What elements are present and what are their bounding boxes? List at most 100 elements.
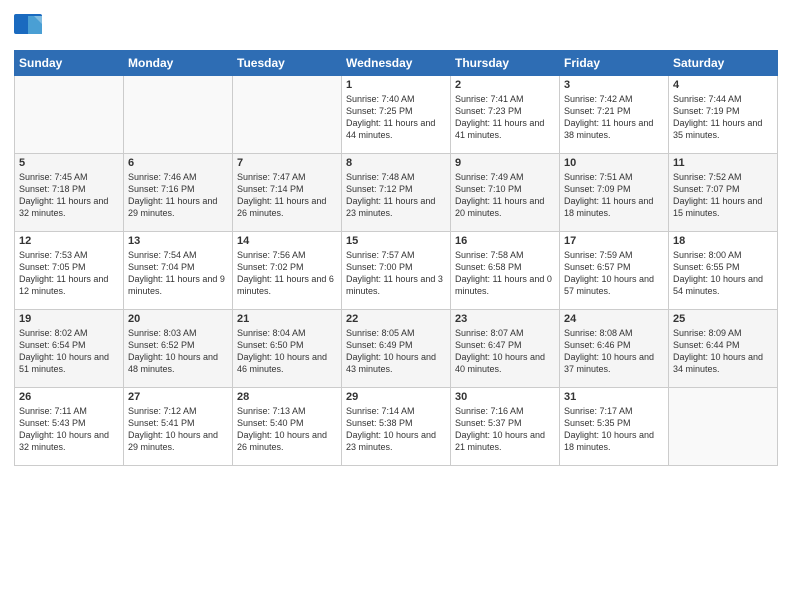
calendar-cell: 24 Sunrise: 8:08 AMSunset: 6:46 PMDayligh… (560, 310, 669, 388)
calendar-cell (124, 76, 233, 154)
day-info: Sunrise: 8:04 AMSunset: 6:50 PMDaylight:… (237, 327, 337, 376)
day-number: 2 (455, 79, 555, 91)
day-info: Sunrise: 8:09 AMSunset: 6:44 PMDaylight:… (673, 327, 773, 376)
calendar-table: SundayMondayTuesdayWednesdayThursdayFrid… (14, 50, 778, 466)
calendar-cell: 13Sunrise: 7:54 AMSunset: 7:04 PMDayligh… (124, 232, 233, 310)
day-info: Sunrise: 7:42 AMSunset: 7:21 PMDaylight:… (564, 93, 664, 142)
calendar-cell: 10 Sunrise: 7:51 AMSunset: 7:09 PMDayligh… (560, 154, 669, 232)
week-row-3: 12 Sunrise: 7:53 AMSunset: 7:05 PMDayligh… (15, 232, 778, 310)
day-info: Sunrise: 7:12 AMSunset: 5:41 PMDaylight:… (128, 405, 228, 454)
calendar-cell: 22 Sunrise: 8:05 AMSunset: 6:49 PMDayligh… (342, 310, 451, 388)
week-row-2: 5 Sunrise: 7:45 AMSunset: 7:18 PMDaylight… (15, 154, 778, 232)
day-info: Sunrise: 7:13 AMSunset: 5:40 PMDaylight:… (237, 405, 337, 454)
day-info: Sunrise: 8:05 AMSunset: 6:49 PMDaylight:… (346, 327, 446, 376)
day-number: 20 (128, 313, 228, 325)
day-header-friday: Friday (560, 51, 669, 76)
calendar-cell: 16 Sunrise: 7:58 AMSunset: 6:58 PMDayligh… (451, 232, 560, 310)
day-number: 5 (19, 157, 119, 169)
calendar-cell: 18 Sunrise: 8:00 AMSunset: 6:55 PMDayligh… (669, 232, 778, 310)
day-info: Sunrise: 7:58 AMSunset: 6:58 PMDaylight:… (455, 249, 555, 298)
day-info: Sunrise: 7:40 AMSunset: 7:25 PMDaylight:… (346, 93, 446, 142)
calendar-cell: 17Sunrise: 7:59 AMSunset: 6:57 PMDayligh… (560, 232, 669, 310)
week-row-4: 19 Sunrise: 8:02 AMSunset: 6:54 PMDayligh… (15, 310, 778, 388)
day-number: 28 (237, 391, 337, 403)
day-number: 31 (564, 391, 664, 403)
calendar-cell: 6Sunrise: 7:46 AMSunset: 7:16 PMDaylight… (124, 154, 233, 232)
day-info: Sunrise: 7:45 AMSunset: 7:18 PMDaylight:… (19, 171, 119, 220)
day-number: 23 (455, 313, 555, 325)
calendar-cell: 28 Sunrise: 7:13 AMSunset: 5:40 PMDayligh… (233, 388, 342, 466)
day-number: 24 (564, 313, 664, 325)
day-info: Sunrise: 7:53 AMSunset: 7:05 PMDaylight:… (19, 249, 119, 298)
calendar-cell: 15 Sunrise: 7:57 AMSunset: 7:00 PMDayligh… (342, 232, 451, 310)
day-info: Sunrise: 7:56 AMSunset: 7:02 PMDaylight:… (237, 249, 337, 298)
week-row-1: 1 Sunrise: 7:40 AMSunset: 7:25 PMDaylight… (15, 76, 778, 154)
day-header-tuesday: Tuesday (233, 51, 342, 76)
day-number: 16 (455, 235, 555, 247)
day-number: 19 (19, 313, 119, 325)
calendar-cell: 20Sunrise: 8:03 AMSunset: 6:52 PMDayligh… (124, 310, 233, 388)
day-info: Sunrise: 7:16 AMSunset: 5:37 PMDaylight:… (455, 405, 555, 454)
day-number: 8 (346, 157, 446, 169)
day-number: 1 (346, 79, 446, 91)
day-number: 30 (455, 391, 555, 403)
header-row: SundayMondayTuesdayWednesdayThursdayFrid… (15, 51, 778, 76)
calendar-cell: 7 Sunrise: 7:47 AMSunset: 7:14 PMDaylight… (233, 154, 342, 232)
day-number: 12 (19, 235, 119, 247)
calendar-cell: 8Sunrise: 7:48 AMSunset: 7:12 PMDaylight… (342, 154, 451, 232)
day-info: Sunrise: 7:44 AMSunset: 7:19 PMDaylight:… (673, 93, 773, 142)
day-info: Sunrise: 8:07 AMSunset: 6:47 PMDaylight:… (455, 327, 555, 376)
day-info: Sunrise: 7:54 AMSunset: 7:04 PMDaylight:… (128, 249, 228, 298)
calendar-cell (669, 388, 778, 466)
day-number: 27 (128, 391, 228, 403)
day-info: Sunrise: 8:00 AMSunset: 6:55 PMDaylight:… (673, 249, 773, 298)
calendar-cell: 1 Sunrise: 7:40 AMSunset: 7:25 PMDaylight… (342, 76, 451, 154)
day-header-monday: Monday (124, 51, 233, 76)
day-info: Sunrise: 7:57 AMSunset: 7:00 PMDaylight:… (346, 249, 446, 298)
day-number: 21 (237, 313, 337, 325)
day-info: Sunrise: 7:49 AMSunset: 7:10 PMDaylight:… (455, 171, 555, 220)
day-header-sunday: Sunday (15, 51, 124, 76)
calendar-cell: 9Sunrise: 7:49 AMSunset: 7:10 PMDaylight… (451, 154, 560, 232)
day-number: 4 (673, 79, 773, 91)
day-number: 10 (564, 157, 664, 169)
calendar-cell: 23 Sunrise: 8:07 AMSunset: 6:47 PMDayligh… (451, 310, 560, 388)
page-header (14, 10, 778, 42)
day-info: Sunrise: 8:08 AMSunset: 6:46 PMDaylight:… (564, 327, 664, 376)
week-row-5: 26Sunrise: 7:11 AMSunset: 5:43 PMDayligh… (15, 388, 778, 466)
calendar-cell: 11Sunrise: 7:52 AMSunset: 7:07 PMDayligh… (669, 154, 778, 232)
day-number: 3 (564, 79, 664, 91)
day-number: 14 (237, 235, 337, 247)
calendar-cell: 5 Sunrise: 7:45 AMSunset: 7:18 PMDaylight… (15, 154, 124, 232)
day-info: Sunrise: 8:02 AMSunset: 6:54 PMDaylight:… (19, 327, 119, 376)
calendar-cell (15, 76, 124, 154)
day-number: 6 (128, 157, 228, 169)
calendar-cell: 4 Sunrise: 7:44 AMSunset: 7:19 PMDaylight… (669, 76, 778, 154)
day-info: Sunrise: 7:52 AMSunset: 7:07 PMDaylight:… (673, 171, 773, 220)
day-number: 22 (346, 313, 446, 325)
day-info: Sunrise: 7:51 AMSunset: 7:09 PMDaylight:… (564, 171, 664, 220)
calendar-cell: 31Sunrise: 7:17 AMSunset: 5:35 PMDayligh… (560, 388, 669, 466)
calendar-cell: 30 Sunrise: 7:16 AMSunset: 5:37 PMDayligh… (451, 388, 560, 466)
calendar-cell: 19 Sunrise: 8:02 AMSunset: 6:54 PMDayligh… (15, 310, 124, 388)
calendar-cell: 2 Sunrise: 7:41 AMSunset: 7:23 PMDaylight… (451, 76, 560, 154)
day-header-wednesday: Wednesday (342, 51, 451, 76)
day-number: 15 (346, 235, 446, 247)
calendar-cell: 3 Sunrise: 7:42 AMSunset: 7:21 PMDaylight… (560, 76, 669, 154)
calendar-cell: 27 Sunrise: 7:12 AMSunset: 5:41 PMDayligh… (124, 388, 233, 466)
calendar-cell: 12 Sunrise: 7:53 AMSunset: 7:05 PMDayligh… (15, 232, 124, 310)
logo-icon (14, 14, 42, 42)
calendar-cell: 14 Sunrise: 7:56 AMSunset: 7:02 PMDayligh… (233, 232, 342, 310)
day-info: Sunrise: 7:14 AMSunset: 5:38 PMDaylight:… (346, 405, 446, 454)
day-number: 7 (237, 157, 337, 169)
logo (14, 14, 46, 42)
calendar-cell: 29Sunrise: 7:14 AMSunset: 5:38 PMDayligh… (342, 388, 451, 466)
calendar-cell: 21 Sunrise: 8:04 AMSunset: 6:50 PMDayligh… (233, 310, 342, 388)
day-info: Sunrise: 7:47 AMSunset: 7:14 PMDaylight:… (237, 171, 337, 220)
day-number: 18 (673, 235, 773, 247)
day-info: Sunrise: 7:59 AMSunset: 6:57 PMDaylight:… (564, 249, 664, 298)
day-info: Sunrise: 7:41 AMSunset: 7:23 PMDaylight:… (455, 93, 555, 142)
calendar-cell: 25Sunrise: 8:09 AMSunset: 6:44 PMDayligh… (669, 310, 778, 388)
calendar-cell: 26Sunrise: 7:11 AMSunset: 5:43 PMDayligh… (15, 388, 124, 466)
day-header-saturday: Saturday (669, 51, 778, 76)
